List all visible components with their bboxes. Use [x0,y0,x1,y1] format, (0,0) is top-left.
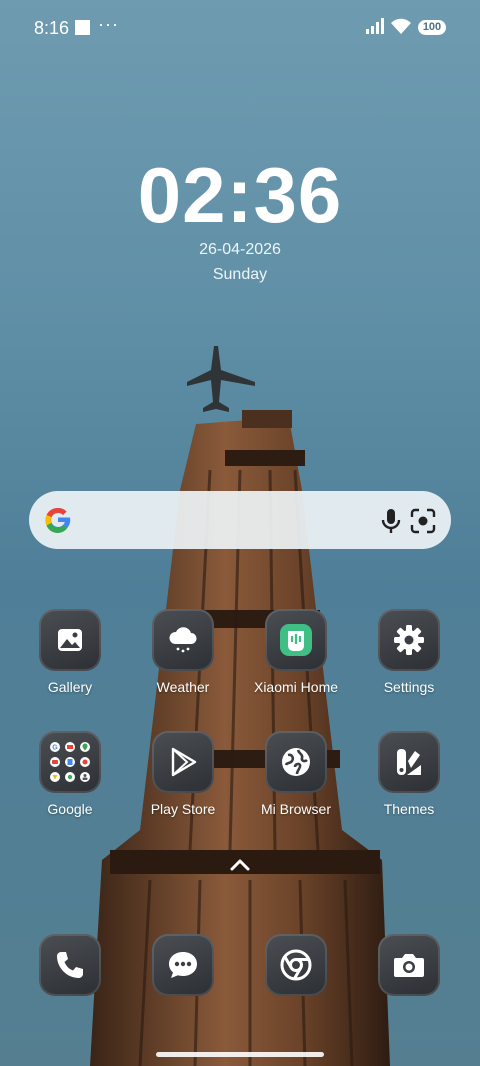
app-google-folder[interactable]: G Google [15,731,125,817]
more-notifications-icon: ··· [98,14,119,34]
gallery-icon [39,609,101,671]
globe-icon [265,731,327,793]
app-label: Play Store [150,801,216,817]
app-play-store[interactable]: Play Store [128,731,238,817]
app-themes[interactable]: Themes [354,731,464,817]
chrome-icon [265,934,327,996]
google-folder-icon: G [39,731,101,793]
app-label: Settings [383,679,435,695]
messages-icon [152,934,214,996]
app-label: Google [47,801,93,817]
app-label: Weather [156,679,210,695]
airplane-wallpaper-image [187,346,255,412]
home-gesture-bar[interactable] [156,1052,324,1057]
google-search-bar[interactable] [29,491,451,549]
dock-phone[interactable] [15,934,125,996]
dock-camera[interactable] [354,934,464,996]
phone-icon [39,934,101,996]
app-label: Gallery [47,679,93,695]
app-label: Mi Browser [260,801,331,817]
app-xiaomi-home[interactable]: Xiaomi Home [241,609,351,695]
clock-day: Sunday [212,266,268,283]
themes-icon [378,731,440,793]
play-store-icon [152,731,214,793]
app-label: Themes [383,801,435,817]
google-g-icon [45,507,71,534]
app-mi-browser[interactable]: Mi Browser [241,731,351,817]
weather-icon [152,609,214,671]
status-bar: 8:16 ··· 100 [0,0,480,56]
gear-icon [378,609,440,671]
svg-text:G: G [52,745,58,752]
google-lens-icon[interactable] [409,507,437,535]
notification-square-icon [75,20,90,35]
clock-date: 26-04-2026 [199,241,281,258]
app-gallery[interactable]: Gallery [15,609,125,695]
camera-icon [378,934,440,996]
clock-time[interactable]: 02:36 [0,150,480,241]
dock-messages[interactable] [128,934,238,996]
app-drawer-chevron-icon[interactable] [228,857,252,873]
xiaomi-home-icon [265,609,327,671]
mic-icon[interactable] [377,507,405,535]
app-label: Xiaomi Home [253,679,339,695]
dock-chrome[interactable] [241,934,351,996]
app-weather[interactable]: Weather [128,609,238,695]
signal-icon [366,18,384,34]
app-settings[interactable]: Settings [354,609,464,695]
battery-indicator: 100 [418,20,446,35]
status-time: 8:16 [34,18,70,38]
wifi-icon [391,18,411,34]
